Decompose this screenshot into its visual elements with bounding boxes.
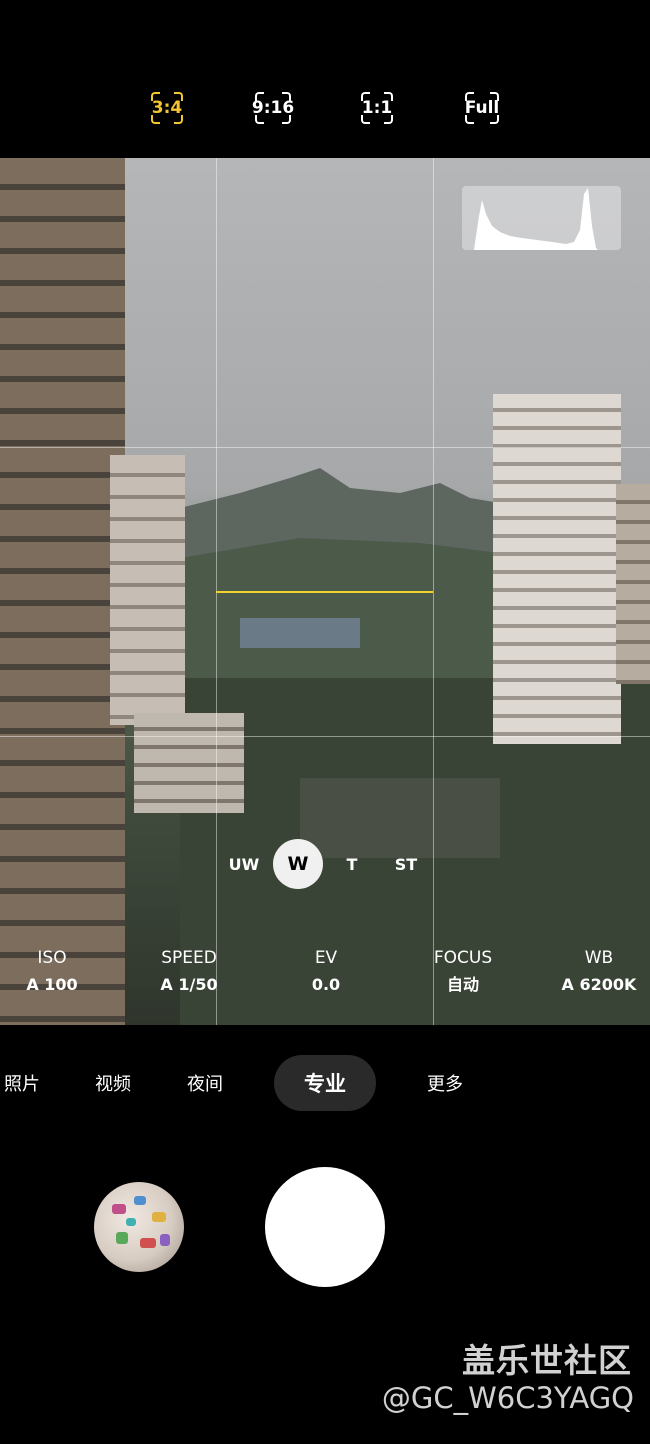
aspect-ratio-bar: 3:4 9:16 1:1 Full xyxy=(0,0,650,158)
lens-selector: UW W T ST xyxy=(0,838,650,890)
lens-uw-button[interactable]: UW xyxy=(224,838,264,890)
pro-setting-value: A 100 xyxy=(26,975,78,994)
pro-setting-value: 0.0 xyxy=(311,975,341,994)
pro-setting-label: SPEED xyxy=(161,948,217,968)
pro-setting-speed[interactable]: SPEED A 1/50 xyxy=(134,946,244,996)
mode-selector: 照片 视频 夜间 专业 更多 xyxy=(0,1055,650,1111)
building-left-mid xyxy=(110,455,185,725)
ratio-3-4-button[interactable]: 3:4 xyxy=(151,92,183,124)
grid-line-horizontal-1 xyxy=(0,447,650,448)
histogram-graph xyxy=(474,188,598,250)
pro-setting-ev[interactable]: EV 0.0 xyxy=(271,946,381,996)
pro-setting-value: 自动 xyxy=(446,975,479,994)
mode-night-tab[interactable]: 夜间 xyxy=(180,1055,230,1111)
lens-w-button[interactable]: W xyxy=(273,839,323,889)
grid-line-vertical-2 xyxy=(433,158,434,1025)
lens-st-button[interactable]: ST xyxy=(388,838,424,890)
pro-setting-value: A 1/50 xyxy=(160,975,218,994)
grid-line-horizontal-2 xyxy=(0,736,650,737)
shutter-button[interactable] xyxy=(265,1167,385,1287)
ratio-1-1-button[interactable]: 1:1 xyxy=(361,92,393,124)
mode-more-tab[interactable]: 更多 xyxy=(420,1055,470,1111)
lens-t-button[interactable]: T xyxy=(338,838,366,890)
camera-viewfinder[interactable]: UW W T ST ISO A 100 SPEED A 1/50 EV 0.0 … xyxy=(0,158,650,1025)
pro-setting-focus[interactable]: FOCUS 自动 xyxy=(408,946,518,996)
building-low-left xyxy=(134,713,244,813)
pro-setting-iso[interactable]: ISO A 100 xyxy=(0,946,107,996)
mode-pro-tab[interactable]: 专业 xyxy=(274,1055,376,1111)
ratio-9-16-button[interactable]: 9:16 xyxy=(252,92,294,124)
pro-setting-wb[interactable]: WB A 6200K xyxy=(544,946,650,996)
watermark-user-id: @GC_W6C3YAGQ xyxy=(381,1381,634,1415)
histogram xyxy=(462,186,621,250)
mode-photo-tab[interactable]: 照片 xyxy=(0,1055,44,1111)
mode-video-tab[interactable]: 视频 xyxy=(88,1055,138,1111)
ratio-full-button[interactable]: Full xyxy=(465,92,499,124)
pro-setting-label: ISO xyxy=(37,948,67,968)
pro-setting-label: WB xyxy=(584,948,614,968)
pro-settings-row: ISO A 100 SPEED A 1/50 EV 0.0 FOCUS 自动 W… xyxy=(0,946,650,1006)
watermark-title: 盖乐世社区 xyxy=(462,1341,632,1380)
level-indicator xyxy=(216,591,433,593)
pro-setting-label: FOCUS xyxy=(433,948,493,968)
pro-setting-label: EV xyxy=(314,948,338,968)
gallery-thumbnail[interactable] xyxy=(94,1182,184,1272)
building-far-right xyxy=(616,484,650,684)
pro-setting-value: A 6200K xyxy=(561,975,637,994)
building-left xyxy=(0,158,125,1025)
